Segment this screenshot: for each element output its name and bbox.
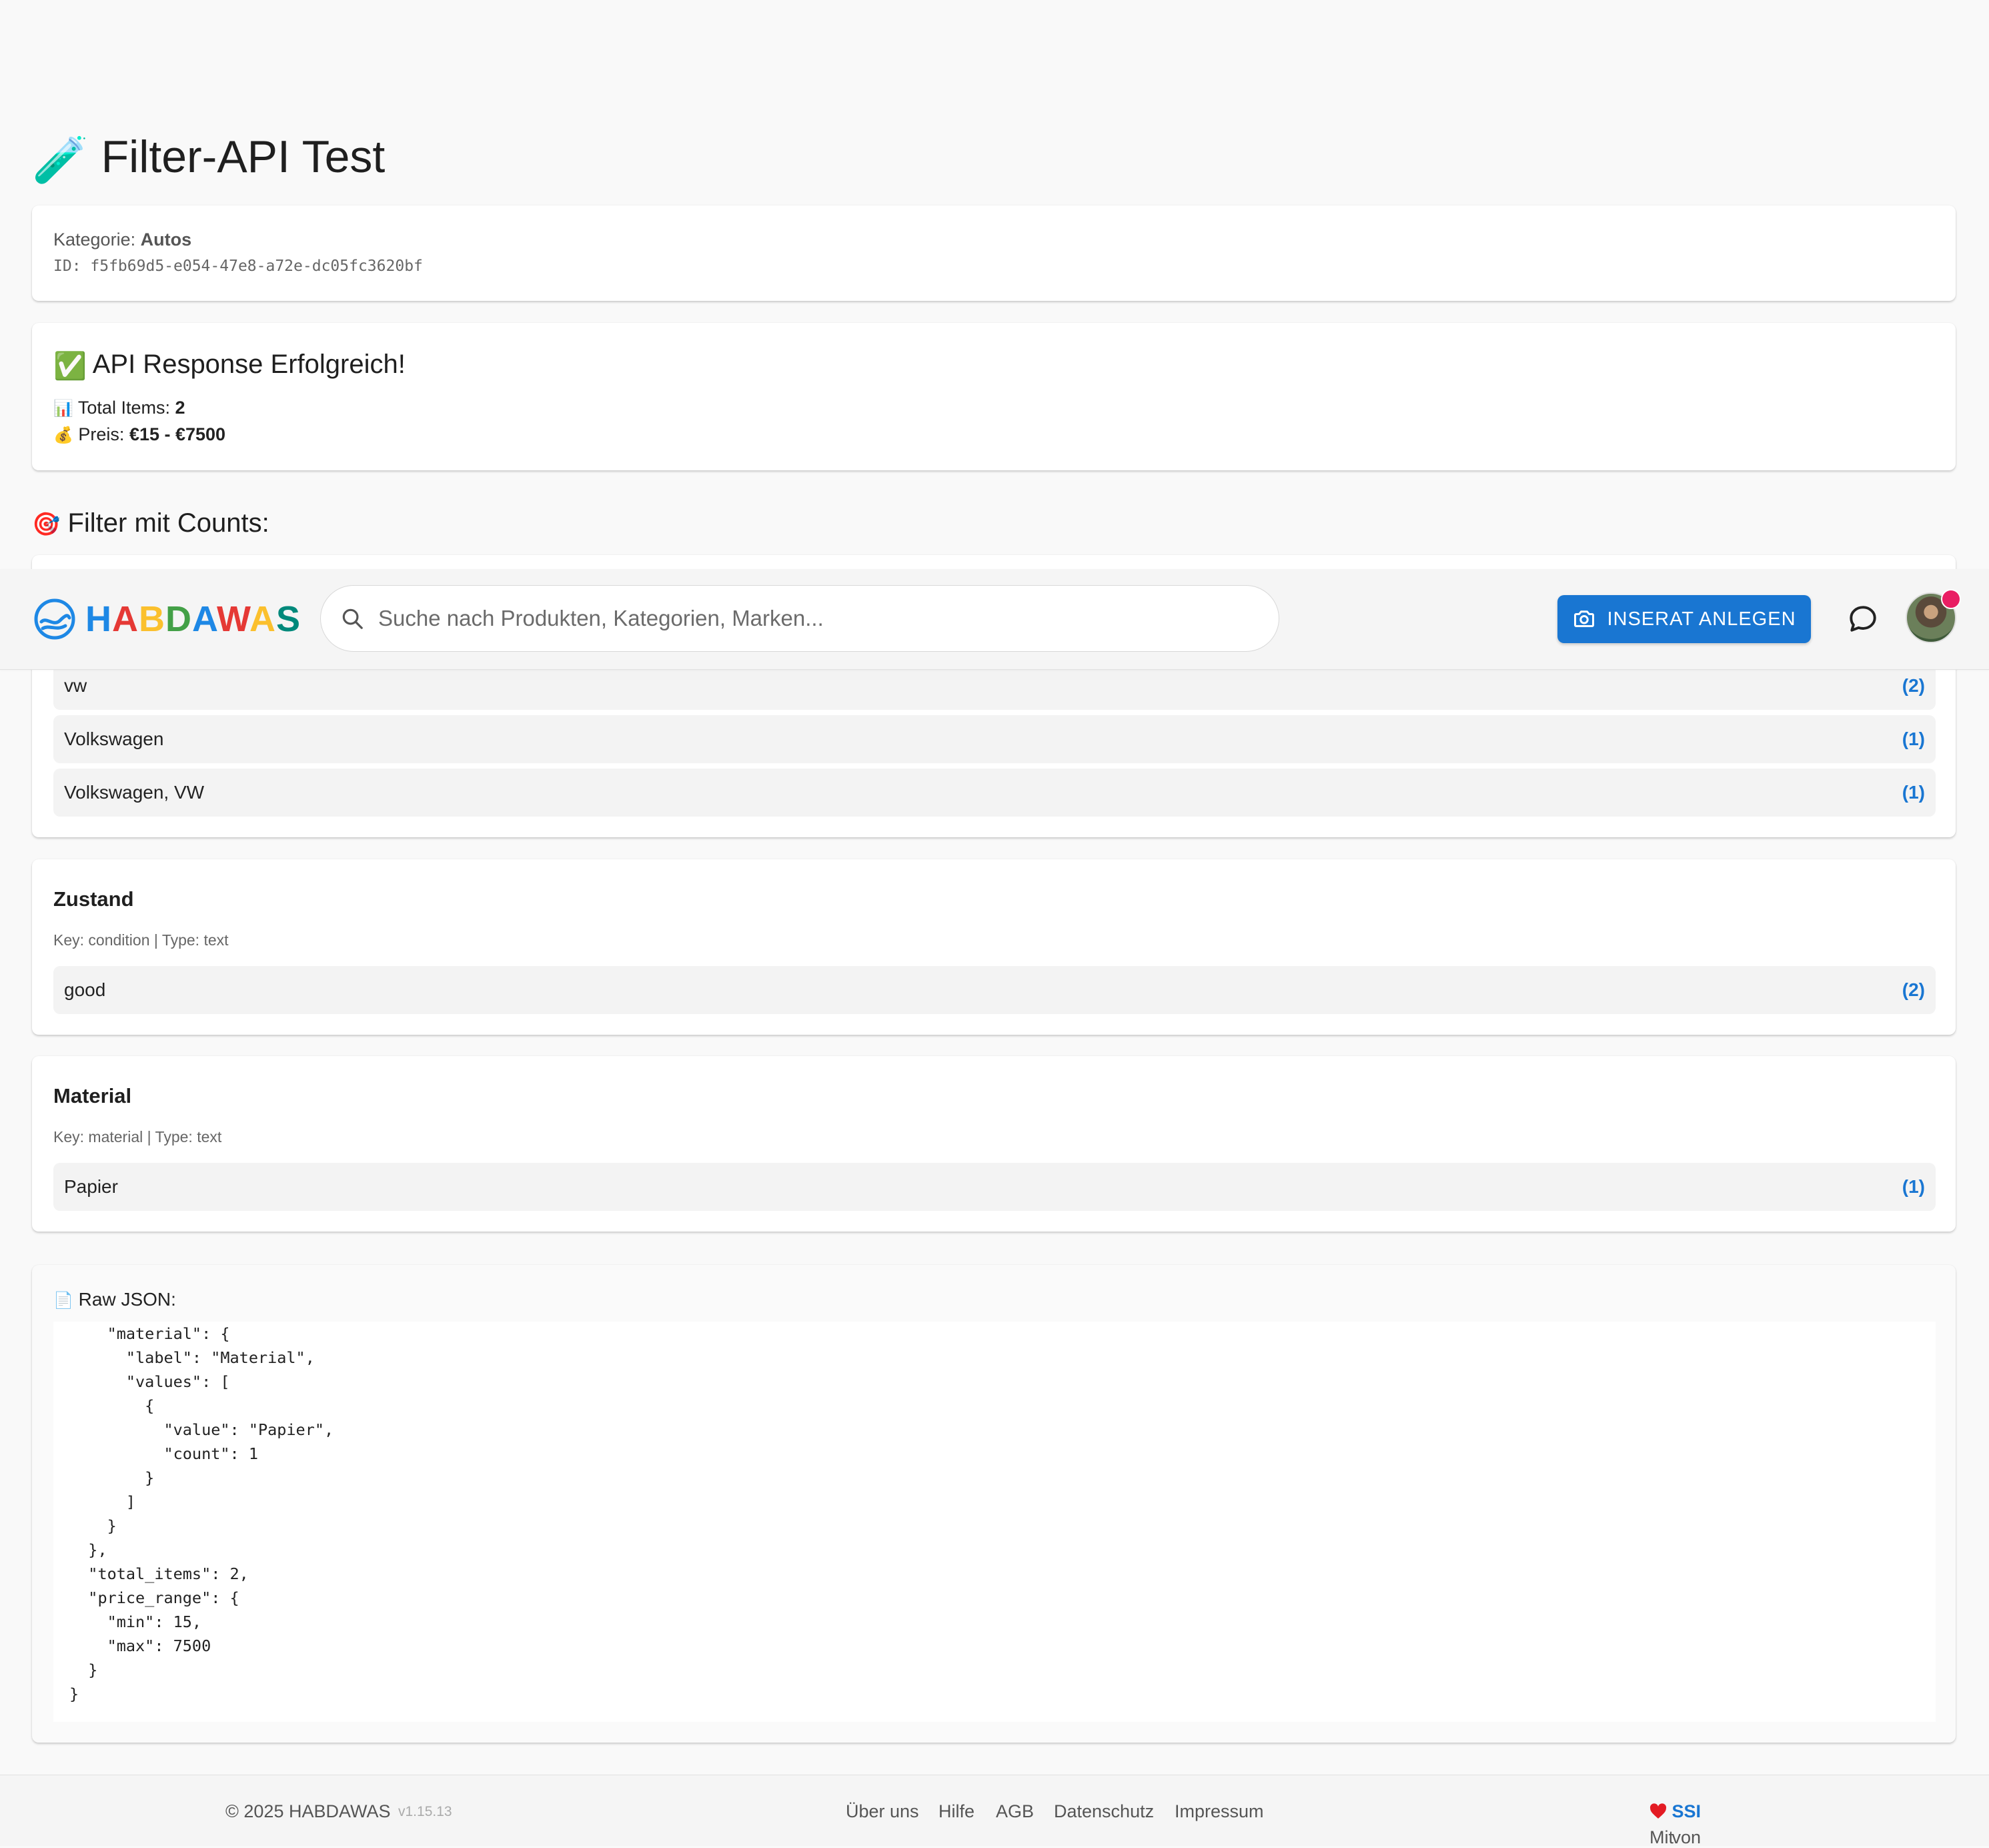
footer-link-privacy[interactable]: Datenschutz <box>1054 1801 1154 1822</box>
category-name: Autos <box>140 229 192 250</box>
logo[interactable]: HABDAWAS <box>33 598 301 640</box>
raw-json-card: 📄 Raw JSON: "material": { "label": "Mate… <box>32 1265 1956 1743</box>
logo-letter: A <box>112 599 139 639</box>
raw-json-code[interactable]: "material": { "label": "Material", "valu… <box>53 1322 1936 1722</box>
filter-meta: Key: material | Type: text <box>53 1128 222 1145</box>
logo-letter: D <box>165 599 192 639</box>
create-listing-button[interactable]: INSERAT ANLEGEN <box>1557 595 1811 643</box>
category-id: ID: f5fb69d5-e054-47e8-a72e-dc05fc3620bf <box>53 258 423 275</box>
response-title: ✅ API Response Erfolgreich! <box>53 350 406 382</box>
page-title-text: Filter-API Test <box>101 131 386 182</box>
notification-badge <box>1941 589 1961 609</box>
money-bag-icon: 💰 <box>53 426 73 445</box>
logo-text: HABDAWAS <box>85 598 301 640</box>
search-input[interactable] <box>377 605 1247 632</box>
total-items-value: 2 <box>175 398 185 418</box>
filter-count: (2) <box>1902 979 1925 1000</box>
chat-icon[interactable] <box>1846 602 1880 636</box>
response-card: ✅ API Response Erfolgreich! 📊 Total Item… <box>32 323 1956 470</box>
filter-value: Volkswagen <box>64 729 164 749</box>
category-card: Kategorie: Autos ID: f5fb69d5-e054-47e8-… <box>32 205 1956 301</box>
category-label: Kategorie: <box>53 229 136 250</box>
condition-filter-card: Zustand Key: condition | Type: text good… <box>32 859 1956 1035</box>
raw-json-label: Raw JSON: <box>78 1289 176 1310</box>
footer-made-mid: von <box>1672 1827 1702 1847</box>
footer-link-help[interactable]: Hilfe <box>938 1801 974 1822</box>
footer-version: v1.15.13 <box>398 1804 452 1819</box>
logo-letter: A <box>192 599 217 639</box>
filter-value: Papier <box>64 1176 118 1197</box>
response-title-text: API Response Erfolgreich! <box>92 350 406 379</box>
footer-link-imprint[interactable]: Impressum <box>1175 1801 1264 1822</box>
footer-link-about[interactable]: Über uns <box>846 1801 919 1822</box>
footer-made-prefix: Mit <box>1649 1827 1674 1847</box>
filters-heading: 🎯 Filter mit Counts: <box>32 508 269 538</box>
filter-value-row[interactable]: good (2) <box>53 966 1936 1014</box>
document-icon: 📄 <box>53 1292 73 1310</box>
material-filter-card: Material Key: material | Type: text Papi… <box>32 1056 1956 1232</box>
check-icon: ✅ <box>53 351 87 381</box>
logo-letters: HABDAWAS <box>85 599 301 639</box>
total-items-label: Total Items: <box>77 398 170 418</box>
price-line: 💰 Preis: €15 - €7500 <box>53 424 225 445</box>
bar-chart-icon: 📊 <box>53 400 73 418</box>
logo-letter: A <box>249 599 277 639</box>
page-title: 🧪 Filter-API Test <box>32 131 385 187</box>
footer-link-terms[interactable]: AGB <box>996 1801 1034 1822</box>
camera-icon <box>1574 610 1595 627</box>
filter-title: Zustand <box>53 887 134 911</box>
logo-letter: H <box>85 599 112 639</box>
filter-value: vw <box>64 675 87 696</box>
top-navbar: HABDAWAS INSERAT ANLEGEN <box>0 569 1989 670</box>
logo-icon <box>34 598 75 640</box>
filter-value-row[interactable]: Papier (1) <box>53 1163 1936 1211</box>
price-value: €15 - €7500 <box>129 424 226 444</box>
search-bar[interactable] <box>320 585 1279 652</box>
filter-count: (1) <box>1902 1176 1925 1197</box>
target-icon: 🎯 <box>32 512 61 538</box>
total-items-line: 📊 Total Items: 2 <box>53 398 185 418</box>
filter-count: (1) <box>1902 729 1925 749</box>
raw-json-heading: 📄 Raw JSON: <box>53 1289 176 1310</box>
search-icon <box>342 608 363 629</box>
category-line: Kategorie: Autos <box>53 229 191 250</box>
price-label: Preis: <box>78 424 125 444</box>
filter-title: Material <box>53 1084 132 1107</box>
filters-heading-text: Filter mit Counts: <box>67 508 269 538</box>
logo-letter: S <box>276 599 301 639</box>
filter-count: (1) <box>1902 782 1925 803</box>
logo-letter: W <box>217 599 250 639</box>
filter-value: good <box>64 979 106 1000</box>
footer-copyright: © 2025 HABDAWAS <box>225 1801 391 1821</box>
footer-made-with: Mit von SSI <box>1649 1801 1702 1847</box>
filter-value-row[interactable]: Volkswagen (1) <box>53 715 1936 763</box>
filter-value: Volkswagen, VW <box>64 782 205 803</box>
footer: © 2025 HABDAWAS v1.15.13 Über uns Hilfe … <box>0 1775 1989 1847</box>
filter-meta: Key: condition | Type: text <box>53 931 229 949</box>
heart-icon <box>1649 1803 1667 1819</box>
filter-value-row[interactable]: Volkswagen, VW (1) <box>53 769 1936 817</box>
filter-count: (2) <box>1902 675 1925 696</box>
logo-letter: B <box>139 599 165 639</box>
create-listing-label: INSERAT ANLEGEN <box>1607 608 1796 630</box>
footer-link-ssi[interactable]: SSI <box>1672 1801 1702 1821</box>
test-tube-icon: 🧪 <box>32 135 89 186</box>
